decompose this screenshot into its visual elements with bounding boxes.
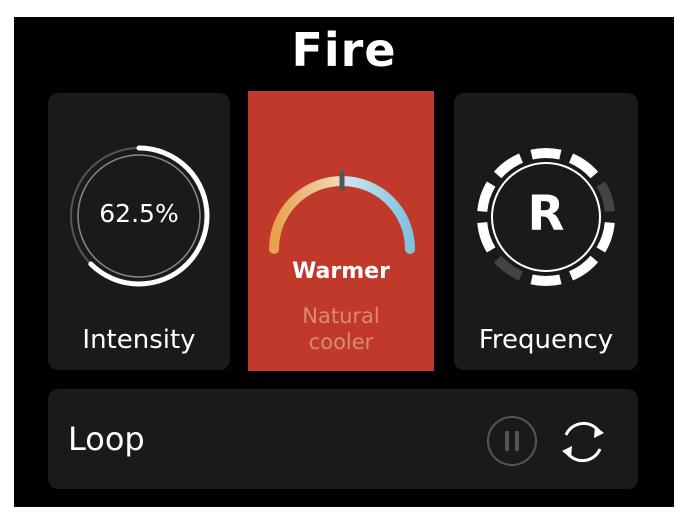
frequency-value: R [527, 186, 565, 242]
loop-label: Loop [68, 420, 145, 458]
page-title: Fire [291, 23, 397, 77]
device-screen: Fire 62.5% Intensity Warmer Natural cool… [14, 17, 674, 507]
frequency-segment [568, 153, 599, 179]
intensity-card[interactable]: 62.5% Intensity [48, 93, 230, 370]
frequency-segment [530, 274, 562, 286]
temperature-selected: Warmer [292, 259, 390, 284]
frequency-card[interactable]: R Frequency [454, 93, 638, 370]
temperature-option-natural[interactable]: Natural [248, 303, 434, 329]
intensity-label: Intensity [82, 325, 196, 355]
frequency-label: Frequency [478, 325, 614, 355]
frequency-segment [530, 148, 562, 160]
loop-bar: Loop [48, 389, 638, 489]
intensity-value: 62.5% [99, 199, 179, 228]
pause-icon[interactable] [486, 415, 538, 467]
temperature-card[interactable]: Warmer Natural cooler [248, 91, 434, 371]
gauge-needle [339, 171, 345, 191]
temperature-option-cooler[interactable]: cooler [248, 329, 434, 355]
repeat-icon[interactable] [554, 413, 612, 471]
frequency-segment [493, 153, 524, 179]
frequency-segment [568, 255, 599, 281]
frequency-segment [493, 255, 524, 281]
